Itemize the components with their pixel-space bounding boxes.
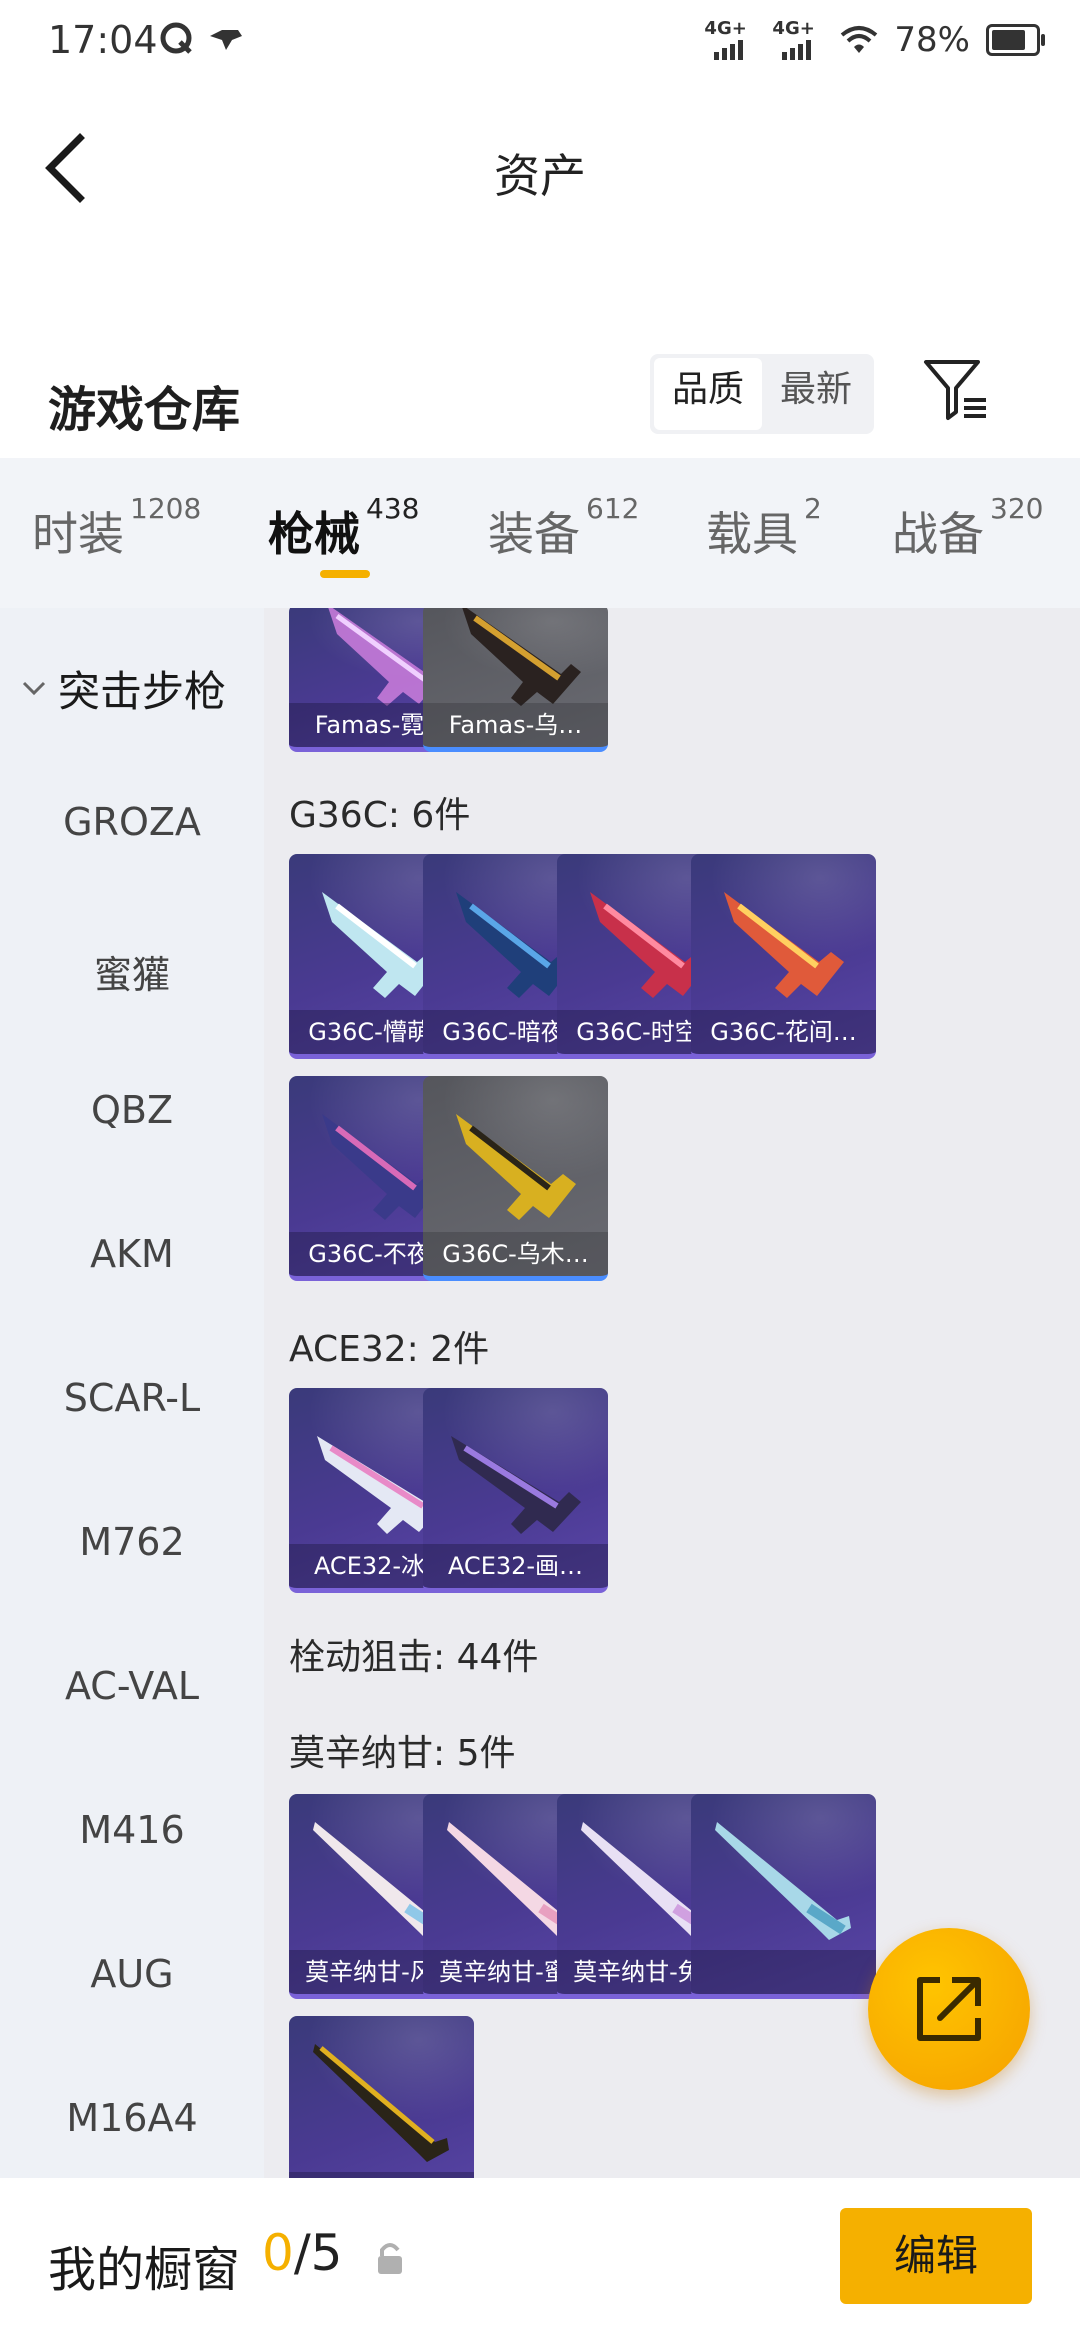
sort-newest-button[interactable]: 最新 xyxy=(762,358,870,430)
sidebar-item[interactable]: M16A4 xyxy=(0,2096,264,2140)
filter-button[interactable] xyxy=(920,354,992,426)
weapon-card[interactable]: Famas-乌… xyxy=(423,608,608,752)
signal-icon: 4G+ xyxy=(704,20,756,60)
share-icon xyxy=(917,1977,981,2041)
weapon-card[interactable]: G36C-花间… xyxy=(691,854,876,1059)
weapon-card[interactable] xyxy=(289,2016,474,2178)
sidebar-item[interactable]: M416 xyxy=(0,1808,264,1852)
sidebar-item[interactable]: 蜜獾 xyxy=(0,944,264,999)
showcase-label: 我的橱窗 xyxy=(48,2242,241,2298)
sidebar-item[interactable]: GROZA xyxy=(0,800,264,844)
page-title: 资产 xyxy=(494,149,586,203)
active-tab-indicator xyxy=(320,570,370,578)
showcase-bar: 我的橱窗 0/5 编辑 xyxy=(0,2178,1080,2340)
clock: 17:04 xyxy=(48,18,158,62)
battery-percent: 78% xyxy=(894,20,970,60)
filter-icon xyxy=(924,360,986,420)
sidebar-item[interactable]: QBZ xyxy=(0,1088,264,1132)
edit-button[interactable]: 编辑 xyxy=(840,2208,1032,2304)
section-header: 游戏仓库 品质 最新 xyxy=(0,340,1080,460)
tab-vehicles[interactable]: 载具 2 xyxy=(706,492,822,564)
tab-fashion[interactable]: 时装 1208 xyxy=(32,492,201,564)
tab-supplies[interactable]: 战备 320 xyxy=(892,492,1043,564)
notification-icons xyxy=(160,22,244,56)
wifi-icon xyxy=(841,26,878,53)
group-title[interactable]: 栓动狙击: 44件 xyxy=(289,1628,538,1680)
weapon-card[interactable]: G36C-乌木… xyxy=(423,1076,608,1281)
lock-icon xyxy=(378,2243,402,2274)
group-title: G36C: 6件 xyxy=(289,795,471,836)
game-app-icon xyxy=(210,30,242,50)
sidebar-item[interactable]: AC-VAL xyxy=(0,1664,264,1708)
sniper-rifle-icon xyxy=(313,2044,449,2162)
chevron-down-icon xyxy=(22,681,46,695)
sidebar-group-assault-rifles[interactable]: 突击步枪 xyxy=(20,658,226,719)
sort-toggle: 品质 最新 xyxy=(650,354,875,434)
rifle-icon xyxy=(724,892,844,998)
rifle-icon xyxy=(451,1436,581,1534)
section-title: 游戏仓库 xyxy=(48,382,241,438)
sidebar-item[interactable]: SCAR-L xyxy=(0,1376,264,1420)
q-app-icon xyxy=(160,22,192,54)
status-bar: 17:04 4G+ 4G+ 78% xyxy=(0,0,1080,84)
sidebar-item[interactable]: M762 xyxy=(0,1520,264,1564)
share-button[interactable] xyxy=(868,1928,1030,2090)
rifle-icon xyxy=(456,1114,576,1220)
tab-guns[interactable]: 枪械 438 xyxy=(268,492,419,564)
sidebar-item[interactable]: AKM xyxy=(0,1232,264,1276)
sidebar-item[interactable]: AUG xyxy=(0,1952,264,1996)
weapon-card[interactable] xyxy=(691,1794,876,1999)
showcase-count: 0/5 xyxy=(262,2224,343,2282)
signal-icon: 4G+ xyxy=(772,20,824,60)
weapon-card[interactable]: ACE32-画… xyxy=(423,1388,608,1593)
weapon-type-sidebar: 突击步枪 GROZA 蜜獾 QBZ AKM SCAR-L M762 AC-VAL… xyxy=(0,608,264,2178)
category-tabs: 时装 1208 枪械 438 装备 612 载具 2 战备 320 xyxy=(0,458,1080,608)
group-title: ACE32: 2件 xyxy=(289,1329,490,1370)
tab-equipment[interactable]: 装备 612 xyxy=(488,492,639,564)
battery-icon xyxy=(986,24,1045,56)
sort-quality-button[interactable]: 品质 xyxy=(654,358,763,430)
sniper-rifle-icon xyxy=(715,1822,851,1940)
group-title: 莫辛纳甘: 5件 xyxy=(289,1733,516,1774)
